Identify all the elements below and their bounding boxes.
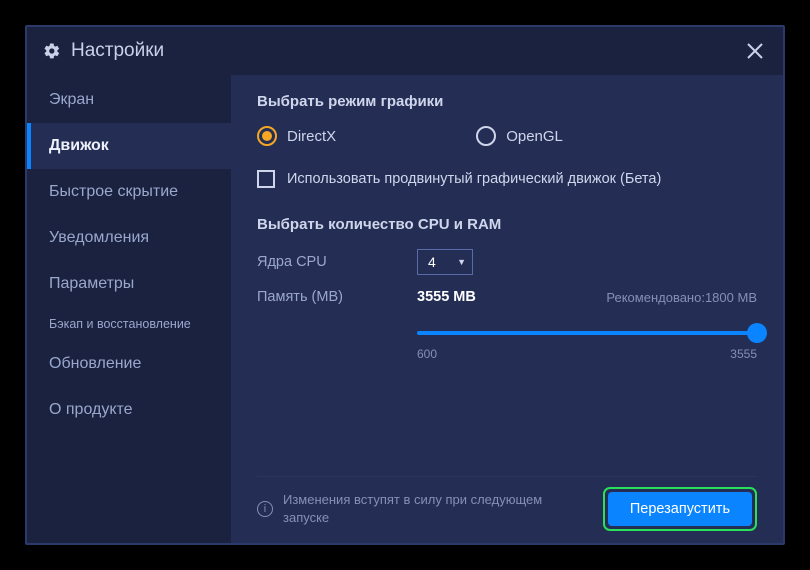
- sidebar-item-notifications[interactable]: Уведомления: [27, 215, 231, 261]
- cpu-cores-label: Ядра CPU: [257, 254, 417, 270]
- sidebar-item-about[interactable]: О продукте: [27, 387, 231, 433]
- sidebar-item-label: Экран: [49, 91, 94, 108]
- checkbox-icon: [257, 170, 275, 188]
- gear-icon: [43, 42, 61, 60]
- sidebar-item-update[interactable]: Обновление: [27, 341, 231, 387]
- titlebar: Настройки: [27, 27, 783, 75]
- advanced-engine-checkbox[interactable]: Использовать продвинутый графический дви…: [257, 170, 757, 188]
- sidebar-item-label: Быстрое скрытие: [49, 183, 178, 200]
- radio-opengl[interactable]: OpenGL: [476, 126, 563, 146]
- caret-down-icon: ▼: [457, 257, 466, 267]
- window-body: Экран Движок Быстрое скрытие Уведомления…: [27, 75, 783, 543]
- window-title: Настройки: [71, 40, 164, 62]
- memory-recommended: Рекомендовано:1800 MB: [606, 290, 757, 305]
- sidebar-item-label: Движок: [49, 137, 109, 154]
- select-value: 4: [428, 254, 436, 270]
- radio-icon: [476, 126, 496, 146]
- info-icon: i: [257, 501, 273, 517]
- sidebar-item-backup[interactable]: Бэкап и восстановление: [27, 307, 231, 341]
- cpu-cores-row: Ядра CPU 4 ▼: [257, 249, 757, 275]
- restart-button[interactable]: Перезапустить: [608, 492, 752, 526]
- sidebar-item-screen[interactable]: Экран: [27, 77, 231, 123]
- sidebar-item-label: О продукте: [49, 401, 133, 418]
- memory-value: 3555 MB: [417, 289, 476, 305]
- slider-track: [417, 331, 757, 335]
- graphics-mode-radio-group: DirectX OpenGL: [257, 126, 757, 146]
- settings-window: Настройки Экран Движок Быстрое скрытие У…: [25, 25, 785, 545]
- sidebar-item-parameters[interactable]: Параметры: [27, 261, 231, 307]
- slider-range-labels: 600 3555: [417, 347, 757, 361]
- sidebar-item-label: Бэкап и восстановление: [49, 317, 191, 331]
- content-panel: Выбрать режим графики DirectX OpenGL Исп…: [231, 75, 783, 543]
- cpu-ram-title: Выбрать количество CPU и RAM: [257, 216, 757, 233]
- sidebar-item-label: Обновление: [49, 355, 141, 372]
- sidebar-item-engine[interactable]: Движок: [27, 123, 231, 169]
- memory-slider[interactable]: 600 3555: [417, 331, 757, 361]
- radio-label: DirectX: [287, 128, 336, 145]
- slider-min-label: 600: [417, 347, 437, 361]
- cpu-cores-select[interactable]: 4 ▼: [417, 249, 473, 275]
- radio-directx[interactable]: DirectX: [257, 126, 336, 146]
- close-button[interactable]: [743, 39, 767, 63]
- sidebar-item-quickhide[interactable]: Быстрое скрытие: [27, 169, 231, 215]
- restart-button-highlight: Перезапустить: [603, 487, 757, 531]
- radio-icon: [257, 126, 277, 146]
- sidebar-item-label: Параметры: [49, 275, 134, 292]
- radio-label: OpenGL: [506, 128, 563, 145]
- slider-thumb[interactable]: [747, 323, 767, 343]
- graphics-mode-title: Выбрать режим графики: [257, 93, 757, 110]
- memory-label: Память (MB): [257, 289, 417, 305]
- checkbox-label: Использовать продвинутый графический дви…: [287, 171, 661, 187]
- footer: i Изменения вступят в силу при следующем…: [257, 476, 757, 531]
- slider-max-label: 3555: [730, 347, 757, 361]
- info-text: Изменения вступят в силу при следующем з…: [283, 491, 563, 526]
- close-icon: [746, 42, 764, 60]
- sidebar-item-label: Уведомления: [49, 229, 149, 246]
- sidebar: Экран Движок Быстрое скрытие Уведомления…: [27, 75, 231, 543]
- memory-row: Память (MB) 3555 MB Рекомендовано:1800 M…: [257, 289, 757, 305]
